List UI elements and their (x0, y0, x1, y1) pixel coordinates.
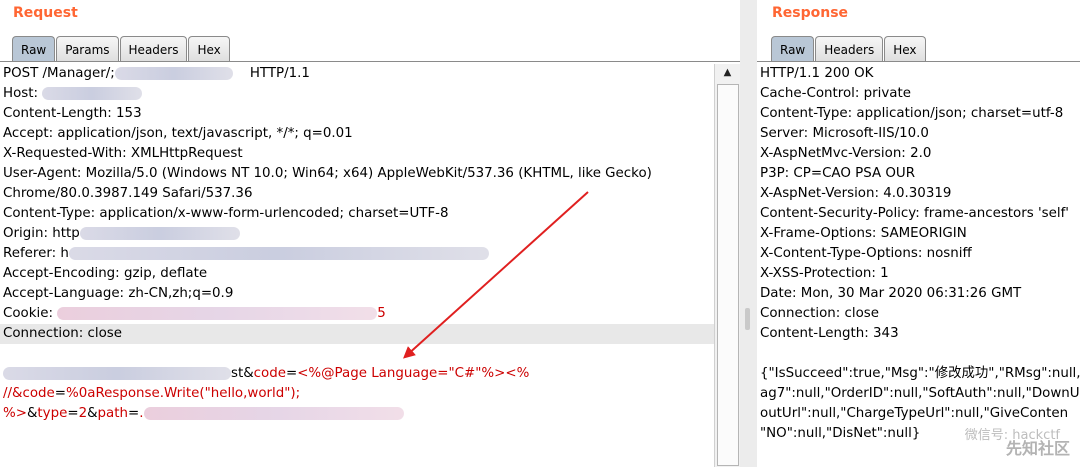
tab-raw[interactable]: Raw (771, 36, 815, 62)
header-line: Cookie: 5 (3, 306, 386, 321)
header-line: X-Requested-With: XMLHttpRequest (3, 146, 243, 161)
body-line: st&code=<%@Page Language="C#"%><% (0, 364, 740, 384)
header-line: X-AspNetMvc-Version: 2.0 (760, 146, 932, 161)
json-body-line: {"IsSucceed":true,"Msg":"修改成功","RMsg":nu… (760, 366, 1080, 381)
json-body-line: ag7":null,"OrderID":null,"SoftAuth":null… (760, 386, 1080, 401)
split-pane-divider[interactable] (740, 0, 757, 467)
redacted-blur (42, 86, 143, 100)
tab-divider-line (757, 61, 1080, 62)
redacted-blur (143, 406, 404, 420)
request-editor[interactable]: POST /Manager/; HTTP/1.1 Host: Content-L… (0, 64, 740, 467)
request-line: POST /Manager/; HTTP/1.1 (3, 66, 310, 81)
redacted-blur (79, 226, 240, 240)
header-line: Content-Length: 153 (3, 106, 142, 121)
tab-hex[interactable]: Hex (884, 36, 926, 62)
header-line: Chrome/80.0.3987.149 Safari/537.36 (3, 186, 253, 201)
redacted-blur (3, 366, 231, 380)
header-line: Origin: http (0, 224, 740, 244)
header-line: Content-Length: 343 (760, 326, 899, 341)
tab-headers[interactable]: Headers (815, 36, 884, 62)
header-line: Accept: application/json, text/javascrip… (3, 126, 353, 141)
header-line: X-Frame-Options: SAMEORIGIN (760, 226, 967, 241)
header-line: P3P: CP=CAO PSA OUR (760, 166, 916, 181)
header-line: Accept-Encoding: gzip, deflate (3, 266, 208, 281)
header-line: User-Agent: Mozilla/5.0 (Windows NT 10.0… (3, 166, 652, 181)
redacted-blur (114, 66, 233, 80)
redacted-blur (57, 306, 378, 320)
header-line-selected: Connection: close (0, 324, 740, 344)
tab-headers[interactable]: Headers (119, 36, 188, 62)
request-title: Request (13, 5, 78, 21)
header-line: X-XSS-Protection: 1 (760, 266, 889, 281)
triangle-up-icon[interactable]: ▲ (715, 64, 740, 82)
header-line: Content-Type: application/x-www-form-url… (3, 206, 449, 221)
request-panel: Request Raw Params Headers Hex POST /Man… (0, 0, 740, 467)
watermark-logo-text: 先知社区 (1005, 439, 1070, 458)
body-line: //&code=%0aResponse.Write("hello,world")… (3, 386, 301, 401)
header-line: Connection: close (760, 306, 880, 321)
request-scrollbar[interactable]: ▲ (714, 64, 740, 467)
header-line: Content-Security-Policy: frame-ancestors… (760, 206, 1069, 221)
header-line: Cache-Control: private (760, 86, 911, 101)
header-line: Host: (0, 84, 740, 104)
response-tabs: Raw Headers Hex (771, 34, 927, 62)
response-title: Response (772, 5, 849, 21)
header-line: Date: Mon, 30 Mar 2020 06:31:26 GMT (760, 286, 1022, 301)
tab-divider-line (0, 61, 740, 62)
response-panel: Response Raw Headers Hex HTTP/1.1 200 OK… (757, 0, 1080, 467)
tab-params[interactable]: Params (56, 36, 119, 62)
request-tabs: Raw Params Headers Hex (12, 34, 231, 62)
divider-grip-icon[interactable] (745, 308, 750, 330)
header-line: Referer: h (0, 244, 740, 264)
header-line: X-AspNet-Version: 4.0.30319 (760, 186, 952, 201)
header-line: Accept-Language: zh-CN,zh;q=0.9 (3, 286, 234, 301)
tab-hex[interactable]: Hex (188, 36, 230, 62)
body-line: %>&type=2&path=. (0, 404, 740, 424)
tab-raw[interactable]: Raw (12, 36, 56, 62)
json-body-line: outUrl":null,"ChargeTypeUrl":null,"GiveC… (760, 406, 1069, 421)
redacted-blur (68, 246, 489, 260)
status-line: HTTP/1.1 200 OK (760, 66, 874, 81)
header-line: X-Content-Type-Options: nosniff (760, 246, 972, 261)
header-line: Server: Microsoft-IIS/10.0 (760, 126, 929, 141)
scrollbar-thumb[interactable] (717, 84, 739, 466)
header-line: Content-Type: application/json; charset=… (760, 106, 1064, 121)
response-editor[interactable]: HTTP/1.1 200 OK Cache-Control: private C… (757, 64, 1080, 467)
